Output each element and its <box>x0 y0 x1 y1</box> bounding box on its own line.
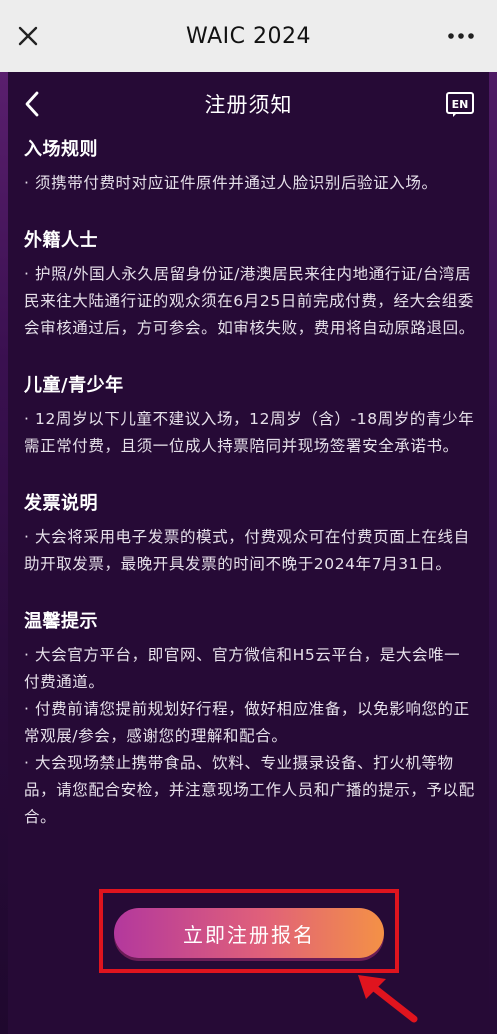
section-text: · 大会官方平台，即官网、官方微信和H5云平台，是大会唯一付费通道。 <box>24 646 461 691</box>
section-children: 儿童/青少年 · 12周岁以下儿童不建议入场，12周岁（含）-18周岁的青少年需… <box>24 372 476 460</box>
section-title: 儿童/青少年 <box>24 375 124 396</box>
section-text: · 12周岁以下儿童不建议入场，12周岁（含）-18周岁的青少年需正常付费，且须… <box>24 410 475 455</box>
section-tips: 温馨提示 · 大会官方平台，即官网、官方微信和H5云平台，是大会唯一付费通道。 … <box>24 608 476 831</box>
section-title: 温馨提示 <box>24 611 98 632</box>
en-language-icon[interactable]: EN <box>445 89 475 119</box>
section-text: · 须携带付费时对应证件原件并通过人脸识别后验证入场。 <box>24 174 438 192</box>
section-entry-rules: 入场规则 · 须携带付费时对应证件原件并通过人脸识别后验证入场。 <box>24 136 476 197</box>
wechat-top-bar: WAIC 2024 <box>0 0 497 72</box>
section-foreigners: 外籍人士 · 护照/外国人永久居留身份证/港澳居民来往内地通行证/台湾居民来往大… <box>24 227 476 342</box>
section-title: 入场规则 <box>24 139 98 160</box>
close-icon[interactable] <box>14 22 42 50</box>
section-text: · 护照/外国人永久居留身份证/港澳居民来往内地通行证/台湾居民来往大陆通行证的… <box>24 265 475 337</box>
page-header: 注册须知 EN <box>0 72 497 136</box>
section-text: · 付费前请您提前规划好行程，做好相应准备，以免影响您的正常观展/参会，感谢您的… <box>24 700 470 745</box>
section-text: · 大会现场禁止携带食品、饮料、专业摄录设备、打火机等物品，请您配合安检，并注意… <box>24 754 475 826</box>
pointer-arrow-icon <box>358 975 418 1023</box>
page-title: 注册须知 <box>204 93 293 117</box>
register-now-button[interactable]: 立即注册报名 <box>114 908 384 958</box>
en-label: EN <box>452 98 469 111</box>
notice-content: 入场规则 · 须携带付费时对应证件原件并通过人脸识别后验证入场。 外籍人士 · … <box>24 136 476 861</box>
section-text: · 大会将采用电子发票的模式，付费观众可在付费页面上在线自助开取发票，最晚开具发… <box>24 528 470 573</box>
more-icon[interactable] <box>447 26 475 46</box>
window-title: WAIC 2024 <box>186 23 311 49</box>
section-invoice: 发票说明 · 大会将采用电子发票的模式，付费观众可在付费页面上在线自助开取发票，… <box>24 490 476 578</box>
chevron-left-icon[interactable] <box>22 90 42 118</box>
section-title: 发票说明 <box>24 493 98 514</box>
section-title: 外籍人士 <box>24 230 98 251</box>
registration-notice-page: 注册须知 EN 入场规则 · 须携带付费时对应证件原件并通过人脸识别后验证入场。… <box>0 72 497 1034</box>
